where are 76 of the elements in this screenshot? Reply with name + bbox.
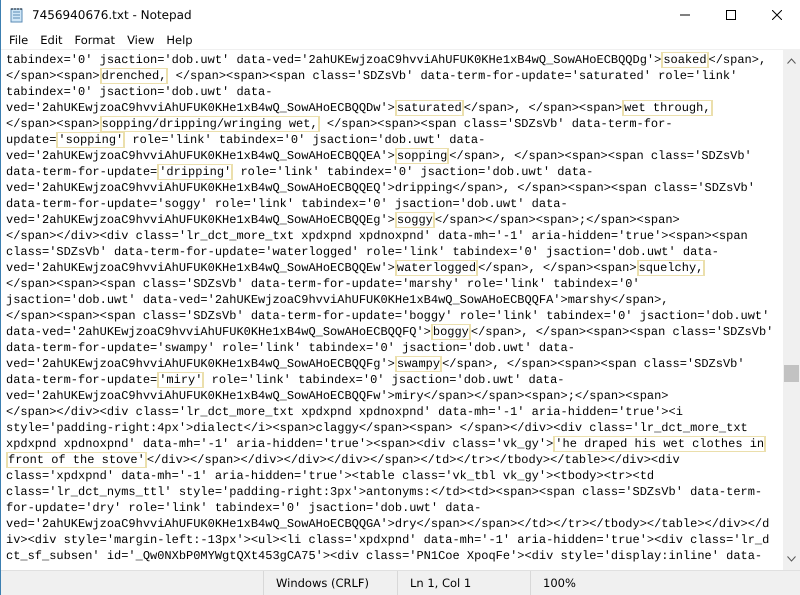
highlighted-text: 'dripping' [157, 164, 234, 180]
code-text: </span></div><div class='lr_dct_more_txt xpdxpnd xpdnoxpnd' data-mh='-1' aria-hidden='true'><span><span [6, 229, 748, 243]
code-text: data-ved='2ahUKEwjzoaC9hvviAhUFUK0KHe1xB4wQ_SowAHoECBQQFQ'> [6, 325, 431, 339]
code-text: ved='2ahUKEwjzoaC9hvviAhUFUK0KHe1xB4wQ_SowAHoECBQQEA'> [6, 149, 395, 163]
code-text: </span></div><div class='lr_dct_more_txt xpdxpnd xpdnoxpnd' data-mh='-1' aria-hidden='true'><i [6, 405, 683, 419]
menu-item[interactable]: File [3, 32, 34, 46]
code-text: xpdxpnd xpdnoxpnd' data-mh='-1' aria-hidden='true'><span><div class='vk_gy'> [6, 437, 554, 451]
code-text: class='xpdxpnd' data-mh='-1' aria-hidden='true'><table class='vk_tbl vk_gy'><tbody><tr><td [6, 469, 654, 483]
maximize-icon[interactable] [726, 10, 736, 20]
code-text: ct_sf_subsen' id='_Qw0NXbP0MYWgtQXt453gCA75'><div class='PN1Coe XpoqFe'><div style='display:inline' data- [6, 549, 762, 563]
code-text: data-term-for-update='swampy' role='link' tabindex='0' jsaction='dob.uwt' data- [6, 341, 575, 355]
code-text: </span>, </span><span> [464, 101, 622, 115]
vertical-scrollbar[interactable] [783, 50, 800, 570]
code-text: </span><span><span class='SDZsVb' data-term-for-update='saturated' role='link' [174, 69, 738, 83]
code-text: </span>, [708, 53, 766, 67]
zoom-status: 100% [530, 571, 800, 595]
code-text: </span><span> [6, 69, 100, 83]
highlighted-text: front of the stove' [6, 452, 147, 468]
code-text: </span><span><span class='SDZsVb' data-term-for-update='boggy' role='link' tabindex='0' jsaction='dob.uwt' [6, 309, 770, 323]
highlighted-text: 'miry' [157, 372, 204, 388]
code-text: style='padding-right:4px'>dialect</i><span>claggy</span><span> </span></div><div class='lr_dct_more_txt [6, 421, 748, 435]
code-text: role='link' tabindex='0' jsaction='dob.uwt' data- [210, 373, 565, 387]
notepad-icon [9, 7, 25, 23]
code-text: update= [6, 133, 56, 147]
code-text: </span><span><span class='SDZsVb' data-term-for- [326, 117, 673, 131]
code-text: tabindex='0' jsaction='dob.uwt' data- [6, 85, 272, 99]
code-text: ved='2ahUKEwjzoaC9hvviAhUFUK0KHe1xB4wQ_SowAHoECBQQGA'>dry</span></span></td></tr></tbody></table></div></d [6, 517, 770, 531]
highlighted-text: 'sopping' [56, 132, 126, 148]
cursor-position-status: Ln 1, Col 1 [397, 571, 530, 595]
highlighted-text: sopping [394, 148, 450, 164]
code-text: ved='2ahUKEwjzoaC9hvviAhUFUK0KHe1xB4wQ_SowAHoECBQQDw'> [6, 101, 395, 115]
code-text: </span>, </span><span><span class='SDZsVb' [449, 149, 752, 163]
code-text: data-term-for-update= [6, 373, 158, 387]
close-icon[interactable] [772, 10, 782, 20]
code-text: </div></span></div></div></div></span></td></tr></tbody></table></div><div [146, 453, 680, 467]
line-ending-status: Windows (CRLF) [263, 571, 397, 595]
code-text: </span><span> [6, 117, 100, 131]
menu-item[interactable]: View [121, 32, 160, 46]
highlighted-text: 'he draped his wet clothes in [553, 436, 766, 452]
code-text: data-term-for-update='soggy' role='link' tabindex='0' jsaction='dob.uwt' data- [6, 197, 568, 211]
menu-item[interactable]: Help [160, 32, 199, 46]
code-text: </span><span><span class='SDZsVb' data-term-for-update='marshy' role='link' tabindex='0' [6, 277, 640, 291]
code-text: ved='2ahUKEwjzoaC9hvviAhUFUK0KHe1xB4wQ_SowAHoECBQQFw'>miry</span></span><span>;</span><span> [6, 389, 669, 403]
scroll-up-icon[interactable] [787, 58, 796, 64]
window-title: 7456940676.txt - Notepad [32, 8, 193, 22]
highlighted-text: squelchy, [636, 260, 706, 276]
code-text: jsaction='dob.uwt' data-ved='2ahUKEwjzoaC9hvviAhUFUK0KHe1xB4wQ_SowAHoECBQQFA'>marshy</span>, [6, 293, 669, 307]
code-text: </span>, </span><span><span class='SDZsVb' [470, 325, 774, 339]
code-text: class='SDZsVb' data-term-for-update='waterlogged' role='link' tabindex='0' jsaction='dob.uwt' data- [6, 245, 719, 259]
code-text: </span>, </span><span><span class='SDZsVb' [442, 357, 745, 371]
menu-item[interactable]: Format [68, 32, 122, 46]
code-text: ved='2ahUKEwjzoaC9hvviAhUFUK0KHe1xB4wQ_SowAHoECBQQFg'> [6, 357, 395, 371]
code-text: ved='2ahUKEwjzoaC9hvviAhUFUK0KHe1xB4wQ_SowAHoECBQQEQ'>dripping</span>, </span><span><span class='SDZsVb' [6, 181, 755, 195]
highlighted-text: wet through, [622, 100, 713, 116]
highlighted-text: waterlogged [394, 260, 478, 276]
code-text: ved='2ahUKEwjzoaC9hvviAhUFUK0KHe1xB4wQ_SowAHoECBQQEg'> [6, 213, 395, 227]
code-text: </span></span><span>;</span><span> [434, 213, 680, 227]
code-text: role='link' tabindex='0' jsaction='dob.uwt' data- [131, 133, 486, 147]
menu-item[interactable]: Edit [34, 32, 69, 46]
scroll-down-icon[interactable] [787, 556, 796, 562]
highlighted-text: soaked [661, 52, 709, 68]
code-text: class='lr_dct_nyms_ttl' style='padding-right:3px'>antonyms:</td><td><span><span class='SDZsVb' data-term- [6, 485, 762, 499]
code-text: data-term-for-update= [6, 165, 158, 179]
code-text: tabindex='0' jsaction='dob.uwt' data-ved='2ahUKEwjzoaC9hvviAhUFUK0KHe1xB4wQ_SowAHoECBQQDg'> [6, 53, 662, 67]
highlighted-text: sopping/dripping/wringing wet, [100, 116, 320, 132]
highlighted-text: drenched, [100, 68, 168, 84]
code-text: </span>, </span><span> [478, 261, 637, 275]
highlighted-text: soggy [394, 212, 435, 228]
code-text: for-update='dry' role='link' tabindex='0' jsaction='dob.uwt' data- [6, 501, 482, 515]
code-text: ved='2ahUKEwjzoaC9hvviAhUFUK0KHe1xB4wQ_SowAHoECBQQEw'> [6, 261, 395, 275]
code-text: iv><div style='margin-left:-13px'><ul><li class='xpdxpnd' data-mh='-1' aria-hidden='true'><div class='lr_d [6, 533, 770, 547]
code-text: role='link' tabindex='0' jsaction='dob.uwt' data- [239, 165, 594, 179]
scroll-thumb[interactable] [784, 365, 799, 382]
highlighted-text: boggy [430, 324, 471, 340]
highlighted-text: swampy [394, 356, 442, 372]
highlighted-text: saturated [394, 100, 464, 116]
